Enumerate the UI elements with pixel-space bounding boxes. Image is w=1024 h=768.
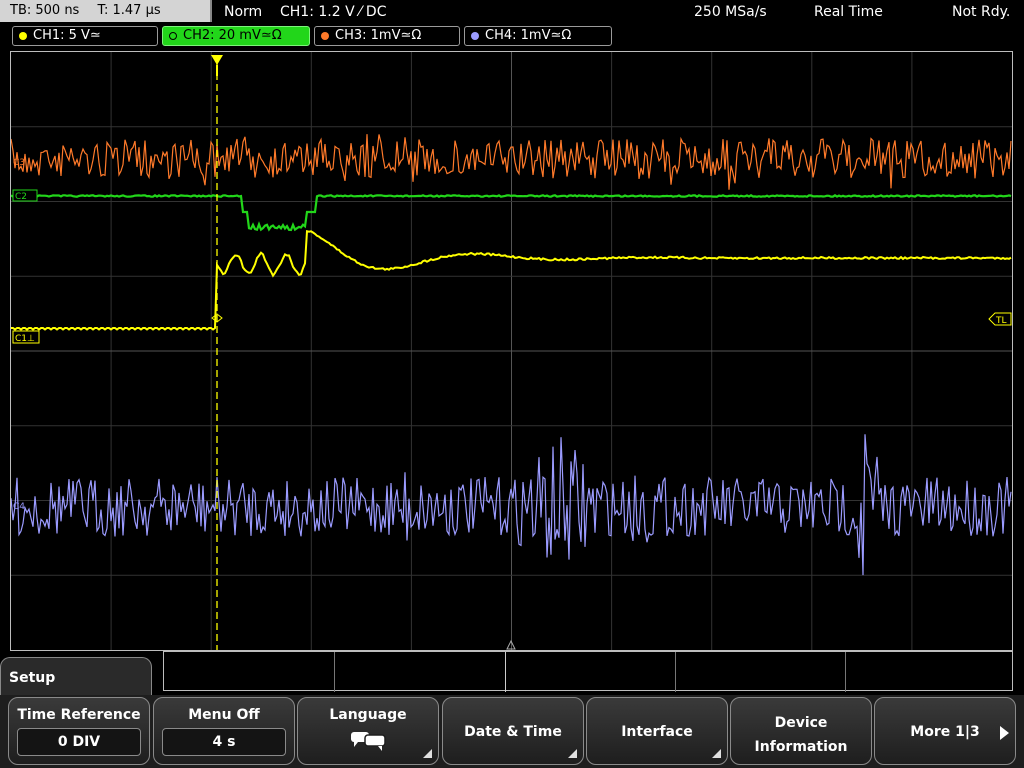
channel-2-label: CH2: 20 mV≃Ω (183, 28, 282, 43)
date-time-label: Date & Time (464, 724, 562, 740)
device-information-button[interactable]: Device Information (730, 697, 872, 765)
strip-divider (845, 652, 846, 692)
channel-3-label: CH3: 1mV≃Ω (335, 28, 422, 43)
menu-off-button[interactable]: Menu Off 4 s (153, 697, 295, 765)
ch2-ref-label: C2 (15, 192, 27, 202)
ch4-ref-marker[interactable]: C4 (13, 502, 25, 512)
menu-off-label: Menu Off (188, 707, 260, 723)
graticule (11, 52, 1012, 650)
interface-label: Interface (621, 724, 693, 740)
status-bar: TB: 500 ns T: 1.47 µs Norm CH1: 1.2 V ⁄ … (0, 0, 1024, 24)
language-label: Language (329, 707, 407, 723)
trigger-source[interactable]: CH1: 1.2 V ⁄ DC (280, 0, 386, 24)
trigger-time-value: T: 1.47 µs (97, 3, 161, 18)
interface-button[interactable]: Interface (586, 697, 728, 765)
timebase-value: TB: 500 ns (10, 3, 80, 18)
channel-3-tab[interactable]: CH3: 1mV≃Ω (314, 26, 460, 46)
trigger-mode[interactable]: Norm (224, 0, 262, 24)
strip-divider (334, 652, 335, 692)
trigger-marker-icon[interactable] (211, 55, 223, 65)
waveform-display[interactable]: C1⊥ TL C3 C2 C4 (10, 51, 1013, 651)
submenu-corner-icon (568, 749, 577, 758)
channel-2-tab[interactable]: CH2: 20 mV≃Ω (162, 26, 310, 46)
submenu-corner-icon (712, 749, 721, 758)
channel-1-tab[interactable]: CH1: 5 V≃ (12, 26, 158, 46)
trigger-level-label: TL (995, 316, 1007, 326)
menu-title: Setup (0, 657, 152, 697)
ch3-dot-icon (321, 32, 329, 40)
date-time-button[interactable]: Date & Time (442, 697, 584, 765)
ch1-dot-icon (19, 32, 27, 40)
acquisition-mode[interactable]: Real Time (814, 0, 883, 24)
trigger-level-marker[interactable]: TL (988, 312, 1012, 326)
channel-bar: CH1: 5 V≃ CH2: 20 mV≃Ω CH3: 1mV≃Ω CH4: 1… (0, 26, 1024, 48)
device-information-label-1: Device (774, 715, 828, 731)
ch2-ref-marker[interactable]: C2 (12, 189, 38, 202)
time-reference-value[interactable]: 0 DIV (17, 728, 141, 756)
language-button[interactable]: Language (297, 697, 439, 765)
strip-center-divider (505, 652, 506, 692)
ch2-dot-icon (169, 32, 177, 40)
timebase-box[interactable]: TB: 500 ns T: 1.47 µs (0, 0, 212, 22)
channel-4-label: CH4: 1mV≃Ω (485, 28, 572, 43)
sample-rate: 250 MSa/s (694, 4, 767, 20)
ch3-ref-label: C3 (13, 158, 25, 168)
time-reference-label: Time Reference (17, 707, 141, 723)
channel-1-label: CH1: 5 V≃ (33, 28, 101, 43)
softkey-bar: Time Reference 0 DIV Menu Off 4 s Langua… (0, 695, 1024, 768)
overview-strip (163, 651, 1013, 692)
trigger-state: Not Rdy. (952, 4, 1011, 20)
waveform-canvas: C1⊥ TL C3 C2 C4 (11, 52, 1012, 650)
device-information-label-2: Information (754, 739, 848, 755)
strip-divider (675, 652, 676, 692)
more-button[interactable]: More 1|3 (874, 697, 1016, 765)
ch4-dot-icon (471, 32, 479, 40)
ch3-ref-marker[interactable]: C3 (13, 158, 25, 168)
channel-4-tab[interactable]: CH4: 1mV≃Ω (464, 26, 612, 46)
time-reference-button[interactable]: Time Reference 0 DIV (8, 697, 150, 765)
ch1-ref-marker[interactable]: C1⊥ (12, 330, 40, 344)
ch1-ref-label: C1⊥ (15, 334, 35, 344)
speech-bubbles-icon (351, 732, 386, 751)
next-arrow-icon (1000, 726, 1009, 740)
menu-off-value[interactable]: 4 s (162, 728, 286, 756)
ch4-ref-label: C4 (13, 502, 25, 512)
submenu-corner-icon (423, 749, 432, 758)
more-label: More 1|3 (910, 724, 980, 740)
